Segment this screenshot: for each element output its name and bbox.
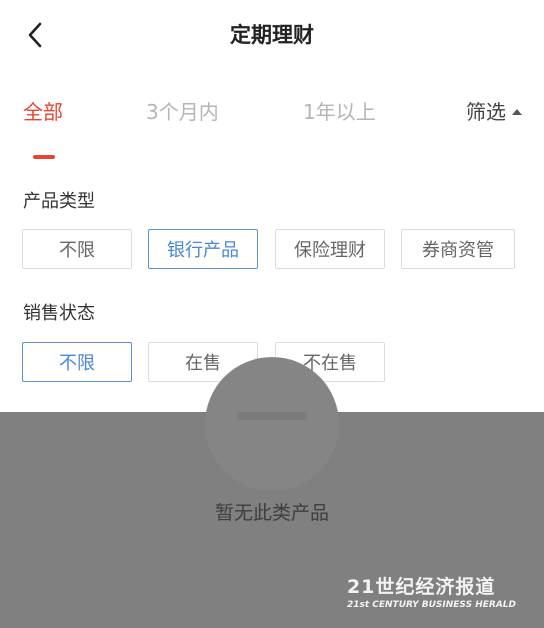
watermark-main: 21世纪经济报道	[346, 576, 496, 598]
product-type-option-unlimited[interactable]: 不限	[22, 229, 132, 269]
product-type-option-insurance[interactable]: 保险理财	[275, 229, 385, 269]
sale-status-label: 销售状态	[23, 303, 95, 324]
caret-up-icon	[512, 109, 522, 115]
watermark-logo: 21世纪经济报道 21st CENTURY BUSINESS HERALD	[347, 576, 516, 612]
empty-box-icon	[205, 357, 339, 491]
filter-label: 筛选	[466, 100, 506, 124]
nav-header: 定期理财	[0, 0, 544, 70]
dim-overlay[interactable]: 暂无此类产品 21世纪经济报道 21st CENTURY BUSINESS HE…	[0, 357, 544, 628]
watermark-sub: 21st CENTURY BUSINESS HERALD	[346, 600, 516, 610]
product-type-label: 产品类型	[23, 191, 95, 212]
filter-button[interactable]: 筛选	[466, 98, 522, 126]
product-type-option-bank[interactable]: 银行产品	[148, 229, 258, 269]
tab-over-1-year[interactable]: 1年以上	[303, 98, 376, 126]
tab-all[interactable]: 全部	[23, 98, 63, 126]
active-tab-indicator	[33, 155, 55, 159]
tab-bar: 全部 3个月内 1年以上 筛选	[0, 85, 544, 160]
sale-status-option-unlimited[interactable]: 不限	[22, 342, 132, 382]
product-type-option-brokerage[interactable]: 券商资管	[401, 229, 515, 269]
tab-within-3-months[interactable]: 3个月内	[146, 98, 219, 126]
empty-state-text: 暂无此类产品	[214, 502, 329, 524]
page-title: 定期理财	[230, 23, 314, 47]
